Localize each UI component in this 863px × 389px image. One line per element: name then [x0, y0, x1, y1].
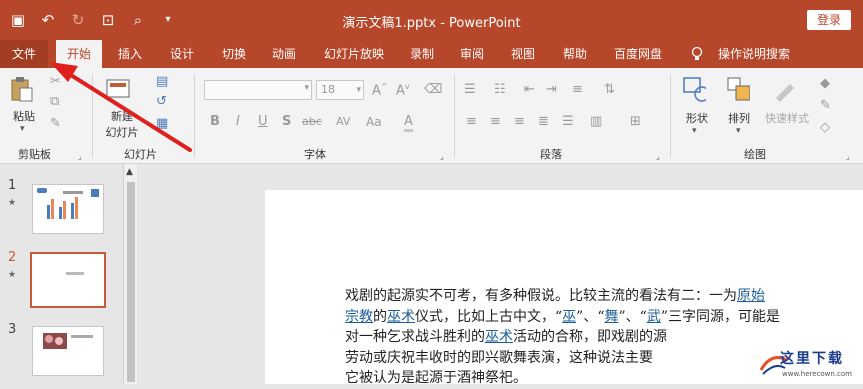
annotation-arrow: [50, 62, 192, 152]
